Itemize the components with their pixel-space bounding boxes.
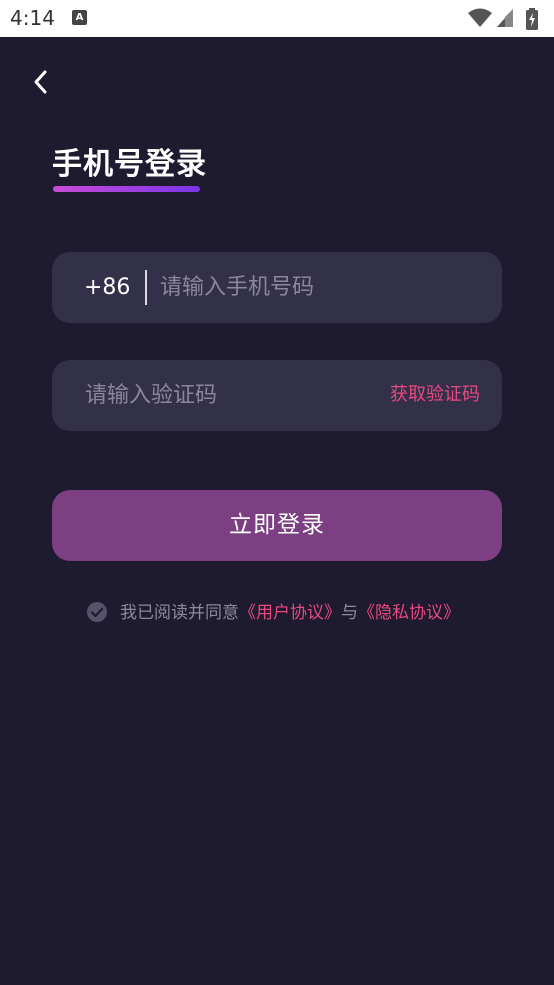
signal-icon: [497, 9, 513, 27]
battery-icon: [526, 8, 538, 30]
title-underline: [53, 186, 200, 192]
agreement-conjunction: 与: [341, 603, 358, 623]
get-code-button[interactable]: 获取验证码: [390, 382, 480, 408]
privacy-policy-link[interactable]: 《隐私协议》: [358, 603, 460, 623]
wifi-icon: [468, 8, 492, 27]
login-button[interactable]: 立即登录: [52, 490, 502, 561]
check-circle-icon[interactable]: [86, 601, 108, 623]
back-button[interactable]: [26, 64, 56, 100]
phone-field: +86: [52, 252, 502, 323]
verification-code-input[interactable]: [85, 360, 375, 431]
status-time: 4:14: [10, 6, 55, 30]
notification-a-icon: A: [72, 10, 87, 25]
code-field: 获取验证码: [52, 360, 502, 431]
agreement-prefix: 我已阅读并同意: [120, 603, 239, 623]
country-code[interactable]: +86: [84, 273, 130, 303]
chevron-left-icon: [34, 70, 47, 94]
agreement-text: 我已阅读并同意《用户协议》与《隐私协议》: [120, 600, 460, 626]
field-divider: [145, 270, 147, 305]
notification-a-letter: A: [75, 12, 84, 23]
page-title: 手机号登录: [52, 147, 207, 182]
status-icons: [468, 8, 544, 30]
status-bar: 4:14 A: [0, 0, 554, 37]
phone-input[interactable]: [160, 252, 480, 323]
user-agreement-link[interactable]: 《用户协议》: [239, 603, 341, 623]
